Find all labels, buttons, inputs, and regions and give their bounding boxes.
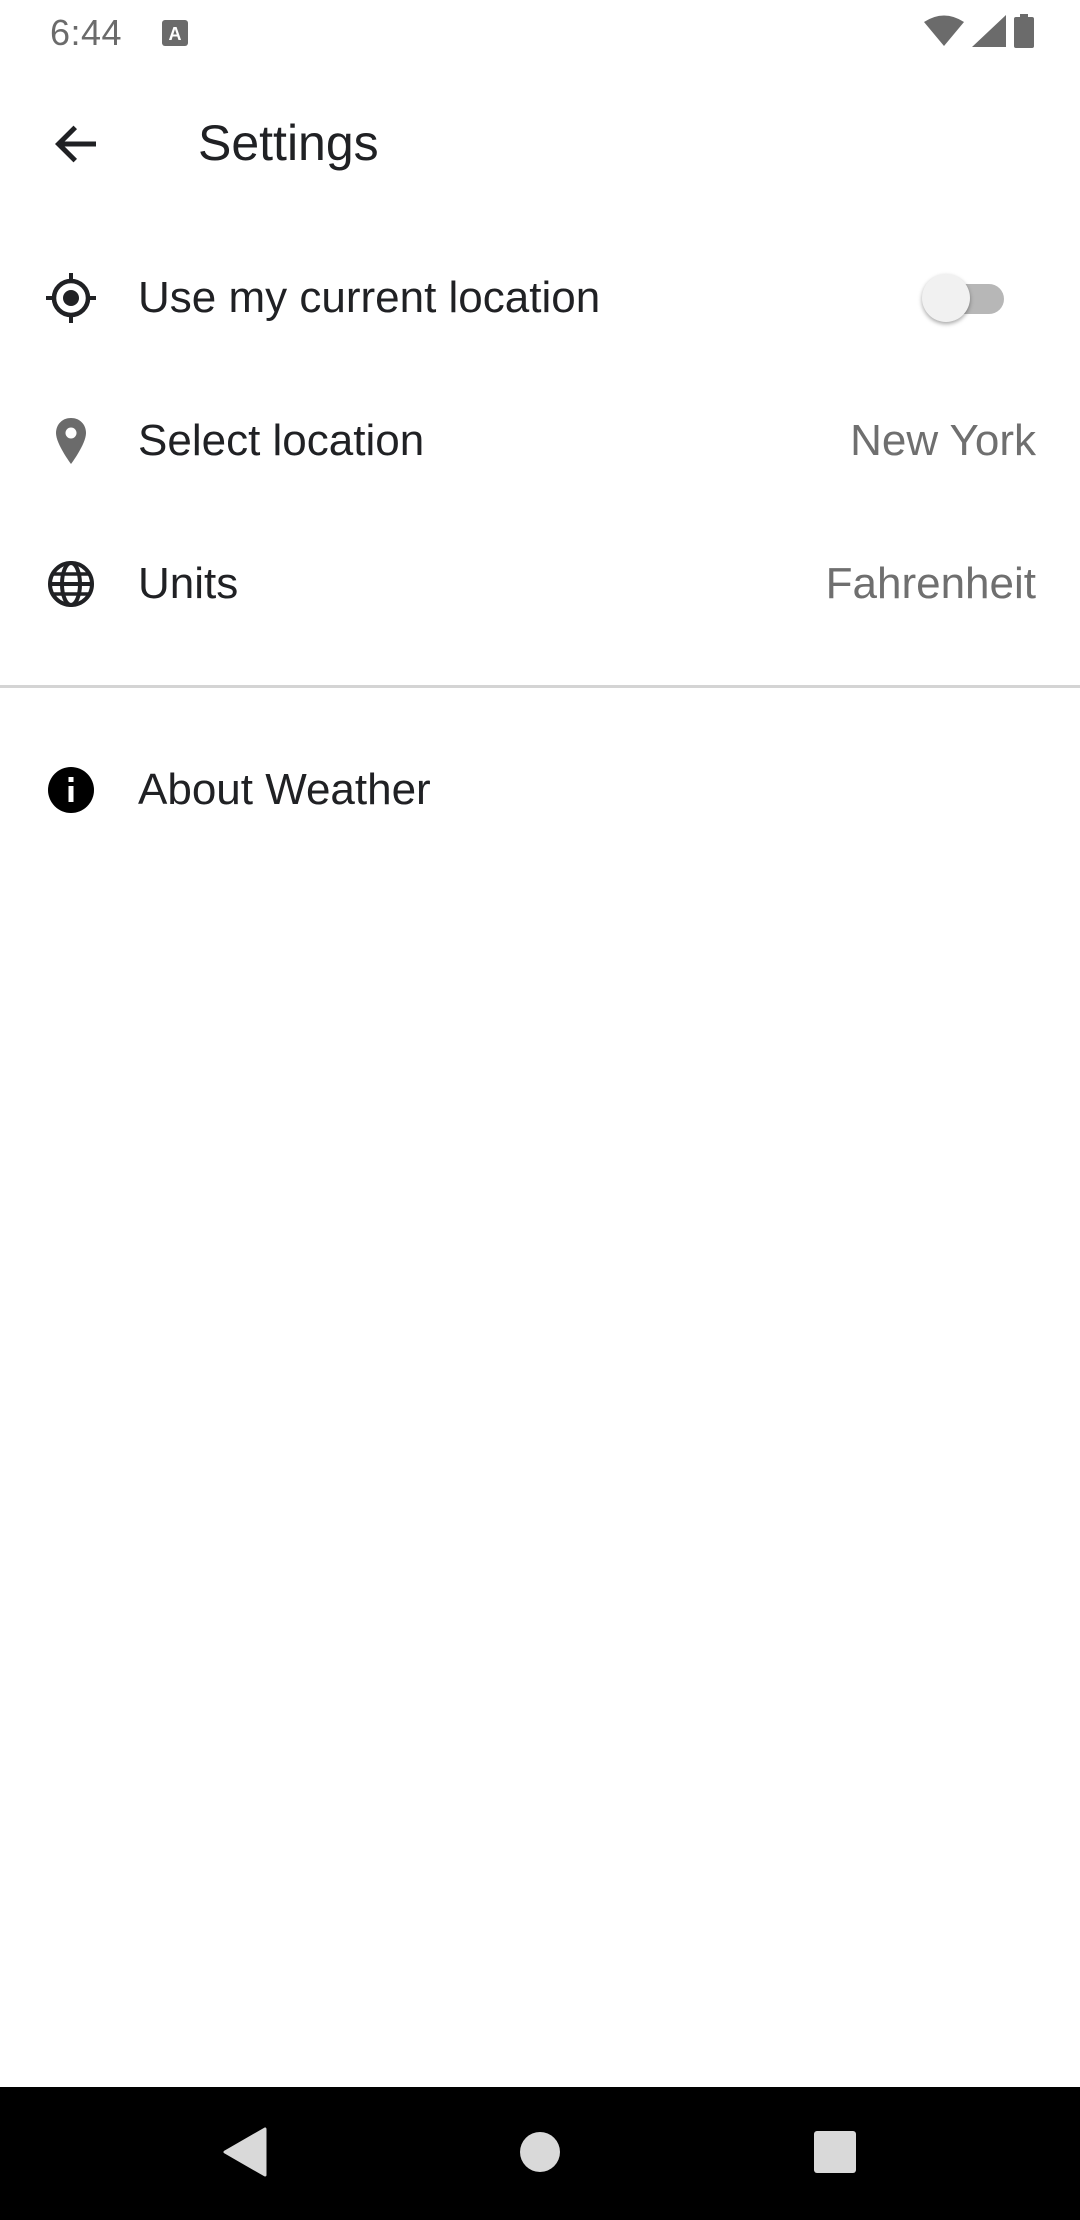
- nav-home-button[interactable]: [507, 2121, 573, 2187]
- nav-recents-icon: [814, 2130, 856, 2178]
- setting-label: Use my current location: [138, 272, 601, 322]
- status-bar: 6:44 A: [0, 0, 1080, 66]
- page-title: Settings: [198, 115, 379, 171]
- settings-list: Use my current location Select location …: [0, 226, 1080, 861]
- status-icons: [924, 13, 1034, 53]
- arrow-back-icon: [52, 120, 100, 173]
- toggle-thumb: [922, 273, 970, 322]
- setting-label: About Weather: [138, 764, 431, 814]
- current-location-toggle[interactable]: [922, 268, 1006, 328]
- setting-label: Select location: [138, 415, 425, 465]
- back-button[interactable]: [36, 106, 116, 186]
- gps-fixed-icon: [44, 271, 98, 325]
- divider: [0, 685, 1080, 688]
- setting-select-location[interactable]: Select location New York: [0, 369, 1080, 512]
- status-time: 6:44: [50, 12, 123, 53]
- keyboard-a-icon: A: [162, 20, 188, 46]
- app-toolbar: Settings: [0, 66, 1080, 226]
- setting-label: Units: [138, 558, 239, 608]
- location-pin-icon: [44, 414, 98, 468]
- setting-about-weather[interactable]: About Weather: [0, 718, 1080, 861]
- nav-recents-button[interactable]: [802, 2121, 868, 2187]
- nav-home-icon: [519, 2131, 561, 2178]
- info-icon: [44, 763, 98, 817]
- nav-back-button[interactable]: [212, 2121, 278, 2187]
- setting-units[interactable]: Units Fahrenheit: [0, 512, 1080, 655]
- svg-text:A: A: [169, 24, 182, 44]
- globe-icon: [44, 557, 98, 611]
- navigation-bar: [0, 2087, 1080, 2220]
- wifi-icon: [924, 15, 964, 52]
- setting-value: New York: [850, 415, 1036, 465]
- signal-icon: [972, 14, 1006, 52]
- setting-value: Fahrenheit: [825, 558, 1036, 608]
- nav-back-icon: [223, 2127, 267, 2182]
- battery-icon: [1014, 13, 1034, 53]
- setting-use-current-location[interactable]: Use my current location: [0, 226, 1080, 369]
